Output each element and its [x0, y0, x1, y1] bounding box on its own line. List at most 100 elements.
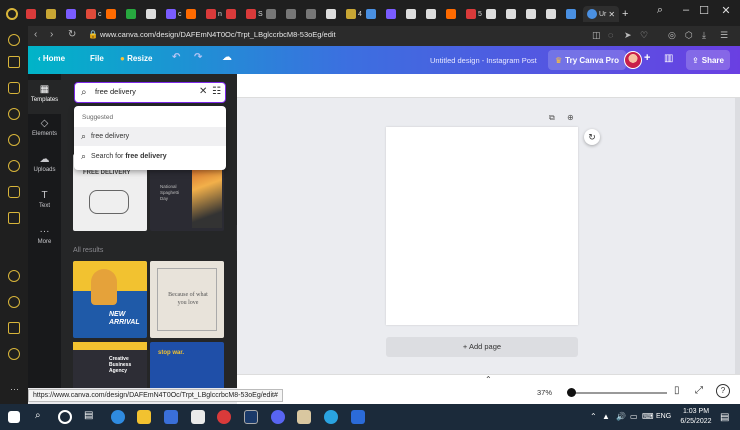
browser-tab[interactable]	[146, 6, 158, 22]
heart-icon[interactable]: ♡	[640, 30, 648, 41]
speed-dial-icon[interactable]	[8, 34, 20, 46]
rail-item-more[interactable]: ··· More	[28, 226, 61, 245]
browser-tab[interactable]	[406, 6, 418, 22]
cube-icon[interactable]	[8, 322, 20, 334]
easy-setup-icon[interactable]: ☰	[720, 30, 728, 41]
player-icon[interactable]	[8, 212, 20, 224]
browser-tab[interactable]	[326, 6, 338, 22]
page-count-icon[interactable]: ▯	[674, 385, 680, 396]
search-tabs-icon[interactable]: ⌕	[650, 4, 670, 17]
avatar[interactable]	[624, 51, 642, 69]
tab-active[interactable]: Ur ✕	[583, 6, 620, 22]
file-button[interactable]: File	[90, 54, 104, 63]
browser-tab[interactable]	[386, 6, 398, 22]
browser-tab[interactable]: S	[246, 6, 263, 22]
task-view-icon[interactable]: ▤	[84, 410, 98, 424]
browser-tab[interactable]	[266, 6, 278, 22]
help-button[interactable]: ?	[716, 384, 730, 398]
add-page-icon[interactable]: ⊕	[567, 113, 574, 122]
rail-item-text[interactable]: T Text	[28, 190, 61, 209]
camera-icon[interactable]: ◫	[592, 30, 601, 41]
whatsapp-icon[interactable]	[8, 134, 20, 146]
share-button[interactable]: ⇪ Share	[686, 50, 730, 70]
search-input[interactable]	[95, 87, 195, 96]
send-icon[interactable]: ➤	[624, 30, 632, 41]
zoom-slider-handle[interactable]	[567, 388, 576, 397]
browser-tab[interactable]	[506, 6, 518, 22]
clock-icon[interactable]	[8, 296, 20, 308]
download-icon[interactable]: ⤓	[702, 30, 706, 41]
store-icon[interactable]	[164, 410, 178, 424]
close-window-icon[interactable]: ✕	[716, 4, 736, 17]
search-icon[interactable]: ⌕	[35, 410, 49, 424]
maximize-icon[interactable]: ☐	[694, 4, 714, 17]
browser-tab[interactable]	[486, 6, 498, 22]
browser-tab[interactable]	[66, 6, 78, 22]
bag-icon[interactable]	[8, 56, 20, 68]
instagram-icon[interactable]	[8, 186, 20, 198]
tray-chevron-icon[interactable]: ⌃	[590, 412, 597, 421]
extensions-icon[interactable]: ⬡	[685, 30, 693, 41]
fullscreen-icon[interactable]: ⤢	[695, 385, 703, 396]
template-thumbnail[interactable]: Because of what you love	[150, 261, 224, 338]
network-icon[interactable]: ▲	[602, 412, 610, 421]
close-tab-icon[interactable]: ✕	[608, 10, 615, 19]
forward-icon[interactable]: ›	[50, 29, 53, 40]
zoom-slider[interactable]	[571, 392, 667, 394]
edge-icon[interactable]	[111, 410, 125, 424]
insights-icon[interactable]: ▥	[664, 53, 673, 64]
browser-tab[interactable]: c	[86, 6, 102, 22]
refresh-icon[interactable]: ↻	[584, 129, 600, 145]
duplicate-page-icon[interactable]: ⧉	[549, 113, 555, 123]
discord-icon[interactable]	[271, 410, 285, 424]
new-tab-button[interactable]: +	[622, 6, 628, 22]
template-thumbnail[interactable]: NEW ARRIVAL	[73, 261, 147, 338]
opera-menu-icon[interactable]	[6, 6, 18, 22]
battery-icon[interactable]: ▭	[630, 412, 638, 421]
translate-icon[interactable]: ◌	[608, 30, 613, 40]
browser-tab[interactable]	[186, 6, 198, 22]
browser-tab[interactable]	[46, 6, 58, 22]
start-icon[interactable]	[8, 411, 20, 423]
browser-tab[interactable]	[286, 6, 298, 22]
browser-tab[interactable]: c	[166, 6, 182, 22]
browser-tab[interactable]	[226, 6, 238, 22]
back-icon[interactable]: ‹	[34, 29, 37, 40]
file-explorer-icon[interactable]	[137, 410, 151, 424]
paint-icon[interactable]	[297, 410, 311, 424]
clock[interactable]: 1:03 PM 6/25/2022	[676, 407, 716, 427]
browser-tab[interactable]	[446, 6, 458, 22]
browser-tab[interactable]	[566, 6, 578, 22]
history-icon[interactable]	[8, 270, 20, 282]
undo-icon[interactable]: ↶	[172, 52, 180, 63]
volume-icon[interactable]: 🔊	[616, 412, 626, 421]
cortana-icon[interactable]	[58, 410, 72, 424]
browser-tab[interactable]	[306, 6, 318, 22]
browser-tab[interactable]	[26, 6, 38, 22]
telegram-icon[interactable]	[324, 410, 338, 424]
vpn-icon[interactable]: ◎	[668, 30, 676, 41]
browser-tab[interactable]: 5	[466, 6, 482, 22]
redo-icon[interactable]: ↷	[194, 52, 202, 63]
messenger-icon[interactable]	[8, 108, 20, 120]
browser-tab[interactable]	[126, 6, 138, 22]
suggestion-item[interactable]: ⌕ free delivery	[74, 127, 226, 146]
mail-icon[interactable]	[191, 410, 205, 424]
home-button[interactable]: ‹ Home	[38, 54, 65, 63]
browser-tab[interactable]	[546, 6, 558, 22]
resize-button[interactable]: ● Resize	[120, 54, 152, 63]
browser-tab[interactable]	[526, 6, 538, 22]
browser-tab[interactable]	[106, 6, 118, 22]
template-thumbnail[interactable]: stop war.	[150, 342, 224, 388]
show-pages-chevron-icon[interactable]: ⌃	[485, 375, 492, 384]
add-member-icon[interactable]: +	[644, 52, 650, 64]
minimize-icon[interactable]: –	[676, 4, 696, 16]
template-thumbnail[interactable]: Creative Business Agency	[73, 342, 147, 388]
language-indicator[interactable]: ENG	[656, 413, 671, 420]
keyboard-icon[interactable]: ⌨	[642, 412, 654, 421]
filter-icon[interactable]: ☷	[212, 86, 221, 97]
browser-tab[interactable]: 4	[346, 6, 362, 22]
clear-search-icon[interactable]: ✕	[199, 86, 207, 97]
design-page[interactable]	[386, 127, 578, 325]
settings-icon[interactable]	[8, 348, 20, 360]
